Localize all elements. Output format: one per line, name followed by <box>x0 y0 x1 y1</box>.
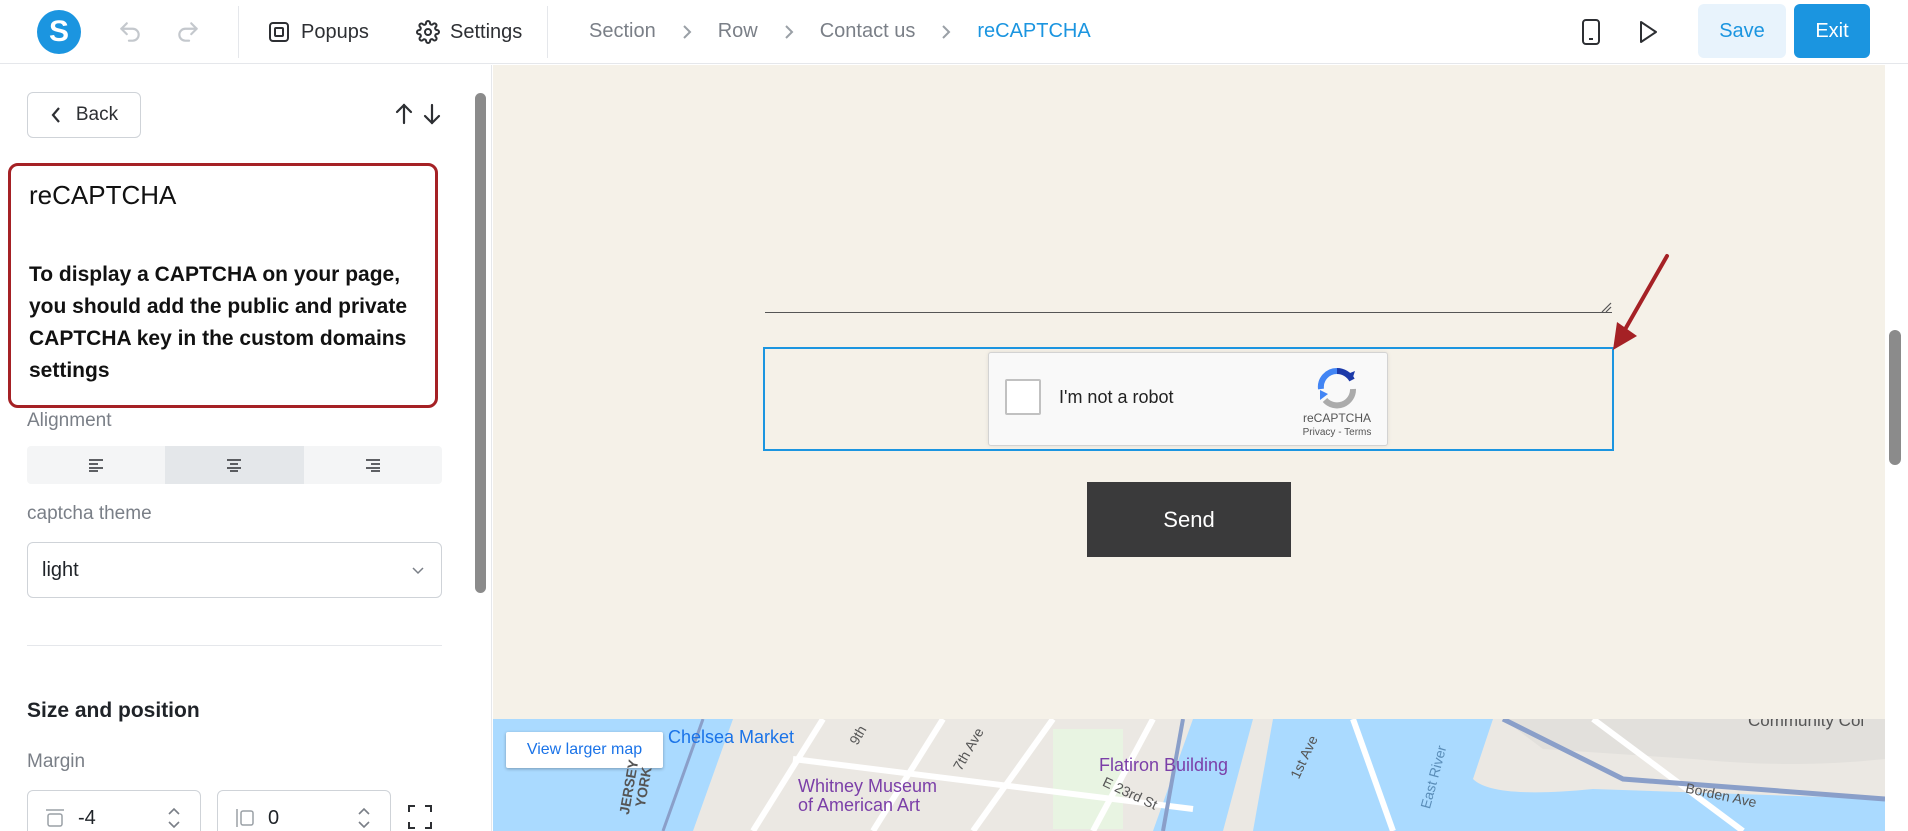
chevron-left-icon <box>51 107 60 123</box>
margin-vertical-value: -4 <box>78 806 96 829</box>
settings-label: Settings <box>450 20 523 43</box>
settings-panel: Back reCAPTCHA To display a CAPTCHA on y… <box>0 65 492 831</box>
margin-horizontal-icon <box>236 809 254 827</box>
captcha-terms-link[interactable]: Privacy - Terms <box>1289 427 1385 438</box>
undo-icon[interactable] <box>116 18 144 46</box>
align-center-option[interactable] <box>165 446 304 484</box>
back-label: Back <box>75 104 119 125</box>
breadcrumb: Section Row Contact us reCAPTCHA <box>589 20 1091 43</box>
captcha-notice: reCAPTCHA To display a CAPTCHA on your p… <box>8 163 438 408</box>
margin-label: Margin <box>27 751 86 772</box>
back-button[interactable]: Back <box>27 92 141 138</box>
arrow-up-icon[interactable] <box>393 102 415 126</box>
play-icon[interactable] <box>1634 18 1662 46</box>
panel-scrollbar[interactable] <box>475 93 486 593</box>
map-place-whitney[interactable]: Whitney Museum <box>798 776 937 797</box>
map-place-whitney-2: of American Art <box>798 795 921 815</box>
map-place-flatiron[interactable]: Flatiron Building <box>1099 755 1228 776</box>
divider <box>238 6 239 58</box>
captcha-theme-label: captcha theme <box>27 503 152 524</box>
recaptcha-logo-icon <box>1317 367 1357 409</box>
embedded-map[interactable]: View larger map Chelsea Market Whitney M… <box>493 719 1885 831</box>
breadcrumb-row[interactable]: Row <box>718 20 758 43</box>
align-left-option[interactable] <box>27 446 165 484</box>
message-textarea[interactable] <box>765 312 1612 313</box>
margin-vertical-icon <box>46 809 64 827</box>
breadcrumb-contact-us[interactable]: Contact us <box>820 20 916 43</box>
stepper-icon[interactable] <box>166 804 182 831</box>
divider <box>27 645 442 646</box>
breadcrumb-recaptcha[interactable]: reCAPTCHA <box>977 20 1090 43</box>
align-left-icon <box>89 459 104 472</box>
size-position-title: Size and position <box>27 699 200 722</box>
redo-icon[interactable] <box>174 18 202 46</box>
notice-title: reCAPTCHA <box>29 180 177 210</box>
exit-button[interactable]: Exit <box>1794 4 1870 58</box>
app-logo[interactable]: S <box>37 10 81 54</box>
save-button[interactable]: Save <box>1698 4 1786 58</box>
margin-vertical-input[interactable]: -4 <box>27 790 201 831</box>
chevron-right-icon <box>782 24 796 40</box>
popups-icon <box>269 22 289 42</box>
popups-button[interactable]: Popups <box>267 12 369 52</box>
send-button[interactable]: Send <box>1087 482 1291 557</box>
chevron-down-icon <box>412 567 424 575</box>
stepper-icon[interactable] <box>356 804 372 831</box>
alignment-toggle <box>27 446 442 484</box>
settings-button[interactable]: Settings <box>416 12 522 52</box>
popups-label: Popups <box>301 20 369 43</box>
margin-horizontal-value: 0 <box>268 806 280 829</box>
chevron-right-icon <box>680 24 694 40</box>
captcha-theme-value: light <box>42 558 79 581</box>
gear-icon <box>416 20 440 44</box>
margin-horizontal-input[interactable]: 0 <box>217 790 391 831</box>
top-toolbar: S Popups Settings Section Row Contact us… <box>0 0 1908 64</box>
divider <box>547 6 548 58</box>
align-center-icon <box>227 459 242 472</box>
align-right-option[interactable] <box>304 446 442 484</box>
page-scrollbar[interactable] <box>1889 330 1901 465</box>
recaptcha-widget: I'm not a robot reCAPTCHA Privacy - Term… <box>988 352 1388 446</box>
mobile-preview-icon[interactable] <box>1577 18 1605 46</box>
chevron-right-icon <box>939 24 953 40</box>
map-street-label: Community Col <box>1748 719 1865 730</box>
captcha-label: I'm not a robot <box>1059 387 1174 407</box>
notice-text: To display a CAPTCHA on your page, you s… <box>29 263 408 382</box>
expand-icon[interactable] <box>407 804 433 831</box>
alignment-label: Alignment <box>27 410 112 431</box>
arrow-down-icon[interactable] <box>421 102 443 126</box>
map-place-chelsea[interactable]: Chelsea Market <box>668 727 794 748</box>
captcha-theme-select[interactable]: light <box>27 542 442 598</box>
move-arrows <box>393 102 443 126</box>
align-right-icon <box>365 459 380 472</box>
captcha-checkbox[interactable] <box>1005 379 1041 415</box>
breadcrumb-section[interactable]: Section <box>589 20 656 43</box>
captcha-brand: reCAPTCHA <box>1302 411 1371 425</box>
annotation-arrow-icon <box>1613 254 1669 350</box>
